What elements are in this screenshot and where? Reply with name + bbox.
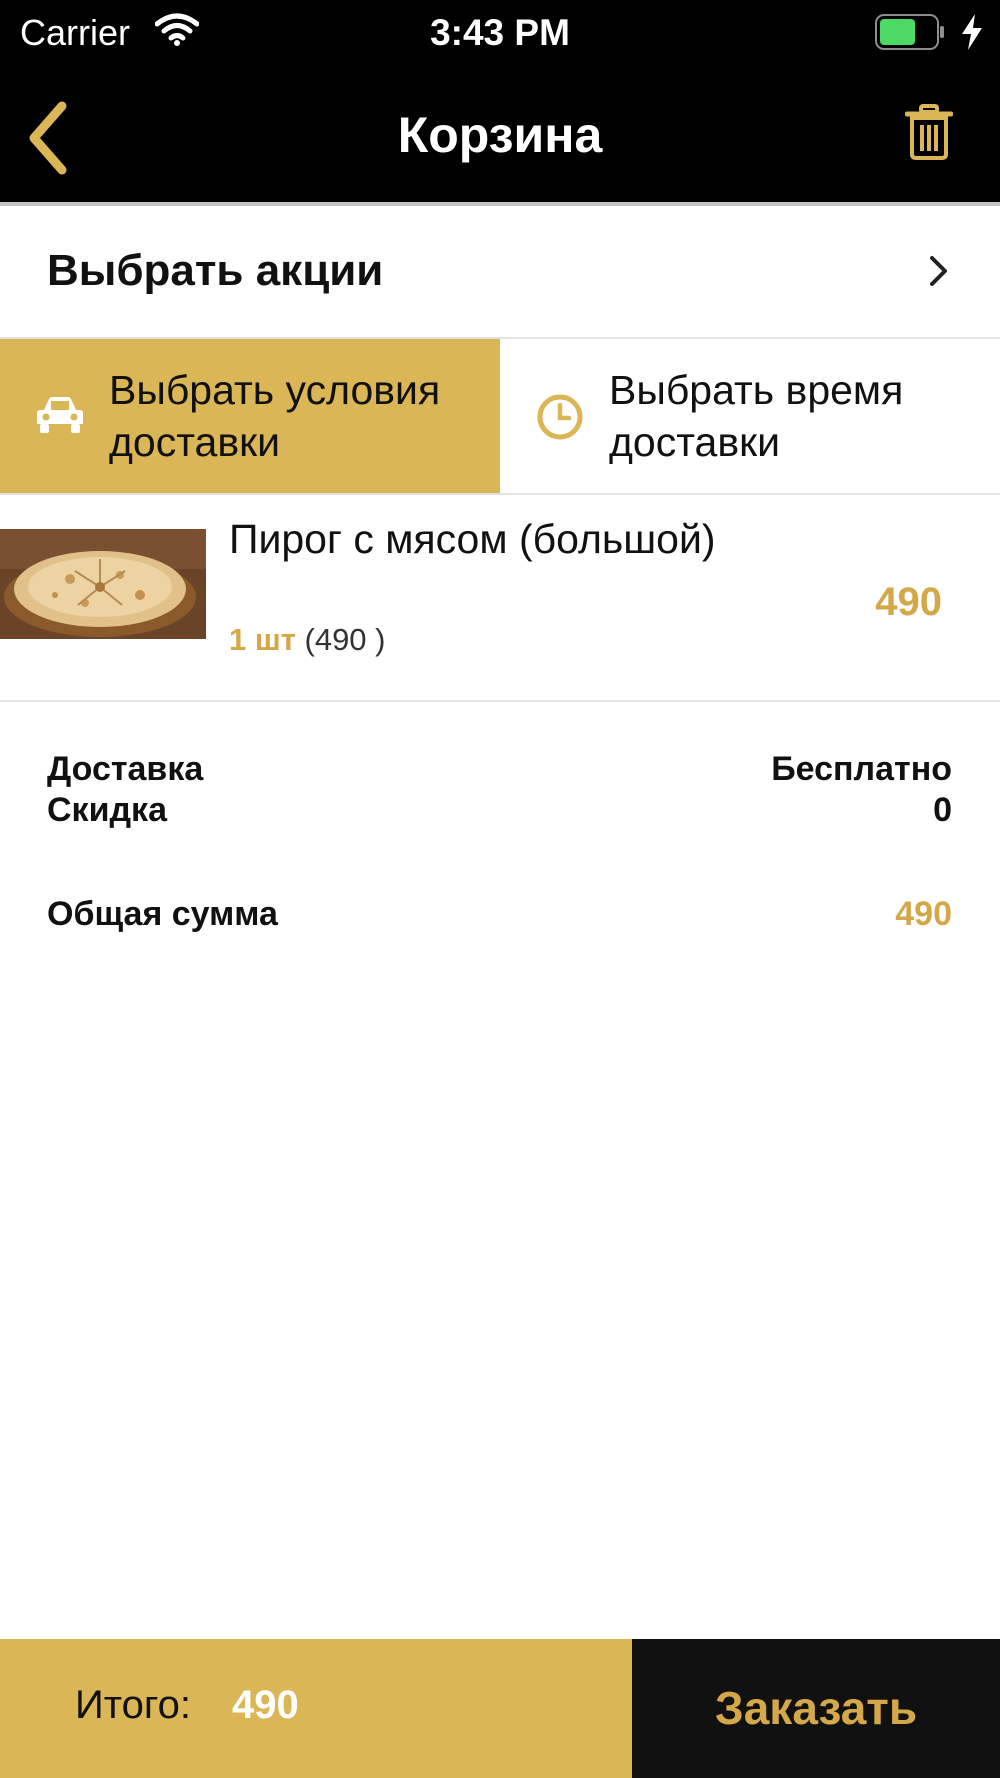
delivery-label: Доставка bbox=[47, 750, 204, 788]
item-price: 490 bbox=[875, 580, 942, 624]
item-qty-value: 1 шт bbox=[229, 622, 296, 657]
charging-icon bbox=[962, 14, 982, 50]
delivery-value: Бесплатно bbox=[771, 750, 952, 788]
battery-icon bbox=[875, 14, 944, 50]
grand-total-panel: Итого: 490 bbox=[0, 1639, 632, 1778]
total-value: 490 bbox=[895, 895, 952, 933]
delivery-conditions-line1: Выбрать условия bbox=[109, 367, 441, 413]
delivery-time-line2: доставки bbox=[609, 419, 780, 465]
clock-icon bbox=[537, 394, 583, 440]
item-quantity: 1 шт (490 ) bbox=[229, 622, 385, 658]
navigation-bar: Корзина bbox=[0, 70, 1000, 202]
total-row: Общая сумма 490 bbox=[47, 895, 952, 934]
delivery-conditions-line2: доставки bbox=[109, 419, 280, 465]
discount-row: Скидка 0 bbox=[47, 791, 952, 830]
item-photo bbox=[0, 529, 206, 639]
discount-value: 0 bbox=[933, 791, 952, 829]
grand-total-value: 490 bbox=[232, 1683, 299, 1727]
delivery-row: Доставка Бесплатно bbox=[47, 750, 952, 789]
total-label: Общая сумма bbox=[47, 895, 278, 933]
clock-time: 3:43 PM bbox=[430, 12, 570, 53]
trash-icon[interactable] bbox=[905, 104, 953, 160]
item-name: Пирог с мясом (большой) bbox=[229, 516, 716, 562]
page-title: Корзина bbox=[397, 107, 603, 163]
grand-total-label: Итого: bbox=[75, 1683, 191, 1727]
checkout-bar: Итого: 490 Заказать bbox=[0, 1639, 1000, 1778]
delivery-time-line1: Выбрать время bbox=[609, 367, 904, 413]
item-unit-price: (490 ) bbox=[304, 622, 386, 657]
car-icon bbox=[37, 397, 83, 433]
order-button-label: Заказать bbox=[714, 1682, 918, 1734]
cart-item[interactable]: Пирог с мясом (большой) 1 шт (490 ) 490 bbox=[0, 494, 1000, 700]
select-promotions-row[interactable]: Выбрать акции bbox=[0, 206, 1000, 338]
order-button[interactable]: Заказать bbox=[632, 1639, 1000, 1778]
discount-label: Скидка bbox=[47, 791, 167, 829]
divider bbox=[0, 700, 1000, 702]
chevron-right-icon bbox=[930, 256, 947, 286]
select-promotions-label: Выбрать акции bbox=[47, 246, 384, 295]
status-bar: Carrier 3:43 PM bbox=[0, 0, 1000, 70]
delivery-conditions-button[interactable]: Выбрать условия доставки bbox=[0, 339, 500, 494]
